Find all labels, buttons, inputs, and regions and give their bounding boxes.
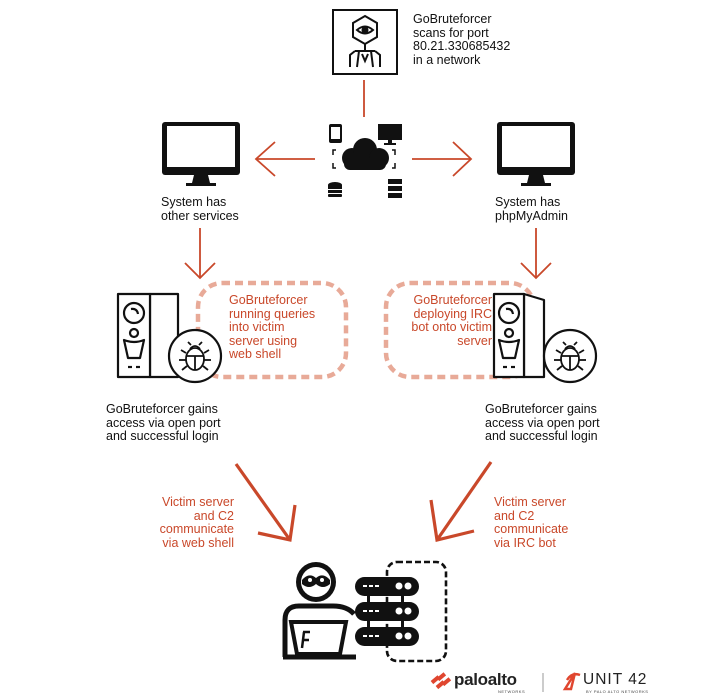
unit42-logo-icon (562, 672, 581, 691)
paloalto-subtext: NETWORKS (498, 689, 526, 694)
paloalto-logo-icon (430, 672, 581, 692)
unit42-wordmark: UNIT 42 (583, 671, 648, 688)
unit42-subtext: BY PALO ALTO NETWORKS (586, 689, 649, 694)
paloalto-wordmark: paloalto (454, 670, 517, 689)
